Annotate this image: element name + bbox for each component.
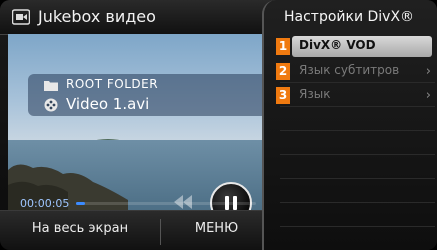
pause-button[interactable] (210, 182, 252, 210)
chevron-right-icon: › (425, 64, 431, 79)
row-separator (280, 154, 435, 155)
film-reel-icon (44, 98, 58, 112)
fullscreen-label: На весь экран (31, 221, 129, 236)
folder-icon (44, 81, 58, 91)
settings-panel: Настройки DivX® 1 DivX® VOD 2 Язык субти… (262, 0, 437, 250)
row-separator (280, 178, 435, 179)
playback-time: 00:00:05 (20, 197, 70, 210)
settings-item-label: Язык (299, 87, 331, 101)
row-separator (280, 202, 435, 203)
chevron-right-icon: › (425, 88, 431, 103)
bottom-bar: На весь экран МЕНЮ (0, 210, 272, 250)
settings-title: Настройки DivX® (284, 9, 415, 25)
settings-item-label: DivX® VOD (299, 38, 376, 52)
jukebox-video-screen: Jukebox видео ROOT FOLDER Video 1.avi 00… (0, 0, 437, 250)
video-header: Jukebox видео (0, 0, 272, 35)
settings-empty-row (264, 204, 437, 227)
item-number-badge: 1 (276, 38, 290, 55)
settings-empty-row (264, 180, 437, 203)
file-info-box: ROOT FOLDER Video 1.avi (28, 74, 268, 116)
video-display[interactable]: ROOT FOLDER Video 1.avi (8, 34, 272, 210)
row-separator (280, 226, 435, 227)
settings-item-label: Язык субтитров (299, 63, 400, 77)
folder-label: ROOT FOLDER (66, 77, 159, 91)
app-title: Jukebox видео (38, 7, 156, 26)
fullscreen-button[interactable]: На весь экран (0, 211, 160, 250)
video-panel: Jukebox видео ROOT FOLDER Video 1.avi 00… (0, 0, 272, 250)
settings-item-divx-vod[interactable]: 1 DivX® VOD (264, 35, 437, 58)
playback-controls (168, 182, 272, 210)
file-name: Video 1.avi (66, 95, 150, 113)
row-separator (280, 82, 435, 83)
item-number-badge: 2 (276, 63, 290, 80)
row-separator (280, 106, 435, 107)
progress-fill (76, 202, 85, 205)
settings-item-subtitle-language[interactable]: 2 Язык субтитров › (264, 60, 437, 83)
item-number-badge: 3 (276, 87, 290, 104)
settings-empty-row (264, 108, 437, 131)
video-camera-icon (12, 9, 30, 25)
settings-empty-row (264, 132, 437, 155)
row-separator (280, 130, 435, 131)
progress-bar[interactable] (76, 202, 256, 205)
menu-button[interactable]: МЕНЮ (161, 211, 272, 250)
settings-item-audio-language[interactable]: 3 Язык › (264, 84, 437, 107)
settings-empty-row (264, 156, 437, 179)
menu-label: МЕНЮ (194, 221, 239, 236)
